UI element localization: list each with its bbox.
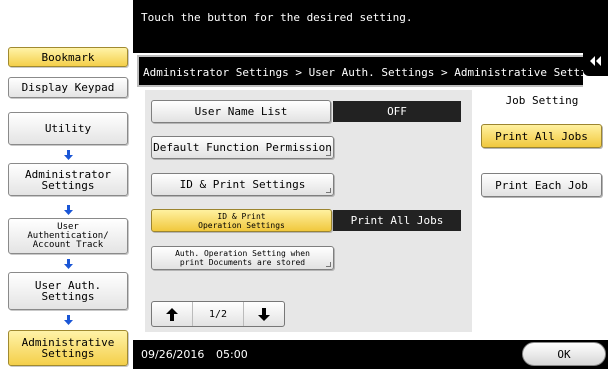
id-print-settings-button[interactable]: ID & Print Settings — [151, 173, 334, 196]
corner-icon — [326, 262, 331, 267]
arrow-down-icon — [63, 150, 73, 160]
instruction-text: Touch the button for the desired setting… — [141, 11, 413, 24]
arrow-down-icon — [63, 259, 73, 269]
arrow-down-icon — [63, 205, 73, 215]
id-print-operation-settings-button[interactable]: ID & Print Operation Settings — [151, 209, 332, 232]
administrative-settings-button[interactable]: Administrative Settings — [8, 330, 128, 366]
ok-label: OK — [557, 347, 571, 361]
user-auth-settings-button[interactable]: User Auth. Settings — [8, 272, 128, 310]
user-authentication-account-track-button[interactable]: User Authentication/ Account Track — [8, 218, 128, 254]
arrow-up-icon — [166, 307, 178, 321]
user-name-list-button[interactable]: User Name List — [151, 100, 331, 123]
auth-operation-setting-label: Auth. Operation Setting when print Docum… — [175, 249, 310, 267]
page-up-button[interactable] — [152, 302, 192, 326]
id-print-settings-label: ID & Print Settings — [179, 178, 306, 191]
corner-icon — [326, 151, 331, 156]
page-down-button[interactable] — [244, 302, 284, 326]
breadcrumb: Administrator Settings > User Auth. Sett… — [143, 66, 607, 79]
ok-button[interactable]: OK — [522, 342, 606, 366]
default-function-permission-button[interactable]: Default Function Permission — [151, 136, 334, 159]
id-print-operation-settings-value: Print All Jobs — [333, 210, 461, 231]
pager: 1/2 — [151, 301, 285, 327]
corner-icon — [326, 188, 331, 193]
arrow-down-icon — [63, 315, 73, 325]
print-each-job-label: Print Each Job — [495, 178, 588, 192]
bookmark-button[interactable]: Bookmark — [8, 47, 128, 67]
default-function-permission-label: Default Function Permission — [153, 141, 332, 154]
job-setting-header: Job Setting — [505, 94, 579, 107]
double-chevron-left-icon — [589, 55, 601, 66]
status-date: 09/26/2016 — [141, 348, 205, 361]
administrator-settings-button[interactable]: Administrator Settings — [8, 163, 128, 196]
user-name-list-label: User Name List — [194, 105, 288, 118]
auth-operation-setting-button[interactable]: Auth. Operation Setting when print Docum… — [151, 246, 334, 270]
print-each-job-button[interactable]: Print Each Job — [481, 173, 602, 197]
top-bar — [133, 0, 608, 53]
utility-button[interactable]: Utility — [8, 112, 128, 145]
page-indicator: 1/2 — [192, 302, 244, 326]
collapse-tab[interactable] — [583, 45, 608, 76]
print-all-jobs-button[interactable]: Print All Jobs — [481, 124, 602, 148]
status-time: 05:00 — [216, 348, 248, 361]
arrow-down-icon — [258, 307, 270, 321]
id-print-operation-settings-label: ID & Print Operation Settings — [198, 211, 285, 230]
print-all-jobs-label: Print All Jobs — [495, 129, 588, 143]
user-name-list-value: OFF — [333, 101, 461, 122]
display-keypad-button[interactable]: Display Keypad — [8, 77, 128, 98]
